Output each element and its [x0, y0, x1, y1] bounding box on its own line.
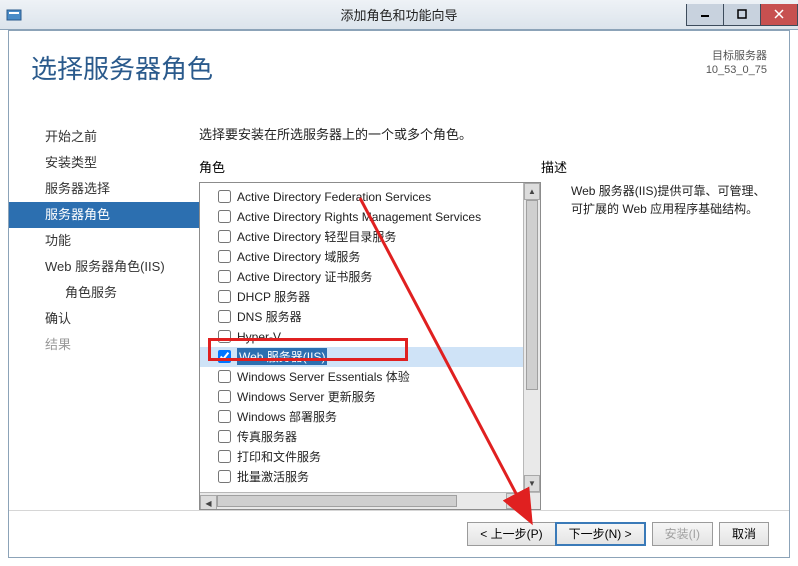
button-row: < 上一步(P) 下一步(N) > 安装(I) 取消: [9, 510, 789, 557]
scroll-corner: [523, 492, 540, 509]
role-label: DNS 服务器: [237, 308, 302, 325]
scroll-up-icon[interactable]: ▲: [524, 183, 540, 200]
destination-server-box: 目标服务器 10_53_0_75: [706, 49, 767, 78]
nav-item[interactable]: 服务器角色: [9, 202, 199, 228]
role-checkbox[interactable]: [218, 250, 231, 263]
role-checkbox[interactable]: [218, 450, 231, 463]
role-row[interactable]: Windows Server 更新服务: [200, 387, 523, 407]
scroll-down-icon[interactable]: ▼: [524, 475, 540, 492]
role-label: 传真服务器: [237, 428, 297, 445]
role-checkbox[interactable]: [218, 290, 231, 303]
role-label: Web 服务器(IIS): [237, 348, 327, 365]
role-checkbox[interactable]: [218, 350, 231, 363]
wizard-nav: 开始之前安装类型服务器选择服务器角色功能Web 服务器角色(IIS)角色服务确认…: [9, 114, 199, 510]
role-label: Active Directory 证书服务: [237, 268, 372, 285]
destination-name: 10_53_0_75: [706, 63, 767, 77]
nav-item[interactable]: 确认: [9, 306, 199, 332]
role-checkbox[interactable]: [218, 390, 231, 403]
role-label: DHCP 服务器: [237, 288, 310, 305]
role-checkbox[interactable]: [218, 330, 231, 343]
role-label: Active Directory 域服务: [237, 248, 360, 265]
scrollbar-horizontal[interactable]: ◀ ▶: [200, 492, 523, 509]
description-text: Web 服务器(IIS)提供可靠、可管理、可扩展的 Web 应用程序基础结构。: [571, 182, 767, 510]
destination-label: 目标服务器: [706, 49, 767, 63]
minimize-button[interactable]: [686, 4, 724, 26]
cancel-button[interactable]: 取消: [719, 522, 769, 546]
role-checkbox[interactable]: [218, 190, 231, 203]
scroll-thumb-vertical[interactable]: [526, 200, 538, 390]
role-checkbox[interactable]: [218, 310, 231, 323]
role-label: Windows 部署服务: [237, 408, 337, 425]
nav-item[interactable]: 安装类型: [9, 150, 199, 176]
wizard-frame: 选择服务器角色 目标服务器 10_53_0_75 开始之前安装类型服务器选择服务…: [8, 30, 790, 558]
nav-item[interactable]: 功能: [9, 228, 199, 254]
role-row[interactable]: Active Directory 域服务: [200, 247, 523, 267]
role-label: 打印和文件服务: [237, 448, 321, 465]
titlebar: 添加角色和功能向导: [0, 0, 798, 30]
role-label: Hyper-V: [237, 330, 281, 344]
role-checkbox[interactable]: [218, 470, 231, 483]
nav-item[interactable]: 服务器选择: [9, 176, 199, 202]
role-label: Active Directory Federation Services: [237, 190, 431, 204]
role-checkbox[interactable]: [218, 430, 231, 443]
role-checkbox[interactable]: [218, 410, 231, 423]
role-row[interactable]: DNS 服务器: [200, 307, 523, 327]
role-row[interactable]: 传真服务器: [200, 427, 523, 447]
role-row[interactable]: Web 服务器(IIS): [200, 347, 523, 367]
role-checkbox[interactable]: [218, 370, 231, 383]
nav-item: 结果: [9, 332, 199, 358]
role-row[interactable]: 批量激活服务: [200, 467, 523, 487]
role-label: Windows Server Essentials 体验: [237, 368, 410, 385]
role-row[interactable]: DHCP 服务器: [200, 287, 523, 307]
scroll-left-icon[interactable]: ◀: [200, 495, 217, 510]
role-row[interactable]: Active Directory 轻型目录服务: [200, 227, 523, 247]
nav-item[interactable]: 开始之前: [9, 124, 199, 150]
roles-header: 角色: [199, 157, 541, 176]
role-label: Active Directory Rights Management Servi…: [237, 210, 481, 224]
maximize-button[interactable]: [723, 4, 761, 26]
description-header: 描述: [541, 157, 567, 176]
install-button[interactable]: 安装(I): [652, 522, 713, 546]
role-row[interactable]: Hyper-V: [200, 327, 523, 347]
scroll-right-icon[interactable]: ▶: [506, 493, 523, 509]
previous-button[interactable]: < 上一步(P): [467, 522, 554, 546]
nav-item[interactable]: Web 服务器角色(IIS): [9, 254, 199, 280]
roles-listbox[interactable]: Active Directory Federation Services Acti…: [199, 182, 541, 510]
app-icon: [6, 7, 22, 23]
role-row[interactable]: Active Directory Federation Services: [200, 187, 523, 207]
role-row[interactable]: Windows 部署服务: [200, 407, 523, 427]
window-title: 添加角色和功能向导: [340, 5, 457, 24]
role-row[interactable]: Active Directory Rights Management Servi…: [200, 207, 523, 227]
scroll-thumb-horizontal[interactable]: [217, 495, 457, 507]
role-row[interactable]: Active Directory 证书服务: [200, 267, 523, 287]
close-button[interactable]: [760, 4, 798, 26]
role-row[interactable]: Windows Server Essentials 体验: [200, 367, 523, 387]
role-checkbox[interactable]: [218, 210, 231, 223]
scrollbar-vertical[interactable]: ▲ ▼: [523, 183, 540, 492]
nav-item[interactable]: 角色服务: [9, 280, 199, 306]
role-checkbox[interactable]: [218, 230, 231, 243]
next-button[interactable]: 下一步(N) >: [555, 522, 646, 546]
role-label: Active Directory 轻型目录服务: [237, 228, 396, 245]
role-label: Windows Server 更新服务: [237, 388, 376, 405]
page-title: 选择服务器角色: [31, 49, 213, 86]
role-checkbox[interactable]: [218, 270, 231, 283]
role-label: 批量激活服务: [237, 468, 309, 485]
instruction-text: 选择要安装在所选服务器上的一个或多个角色。: [199, 124, 767, 143]
role-row[interactable]: 打印和文件服务: [200, 447, 523, 467]
